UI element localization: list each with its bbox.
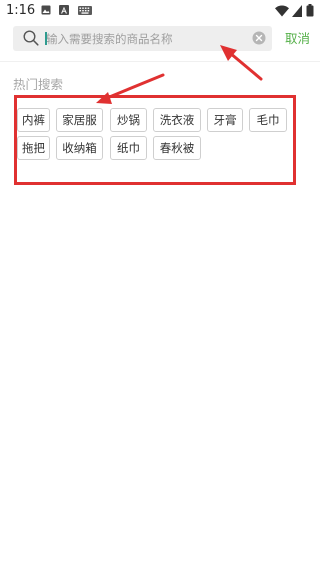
arrow-to-tags (96, 73, 165, 104)
hot-search-tag[interactable]: 春秋被 (153, 136, 201, 160)
divider (0, 61, 320, 62)
hot-search-tag[interactable]: 内裤 (17, 108, 50, 132)
status-bar: 1:16 (0, 0, 320, 24)
search-box[interactable] (13, 26, 272, 51)
hot-search-tag[interactable]: 收纳箱 (56, 136, 103, 160)
hot-search-tag[interactable]: 炒锅 (110, 108, 147, 132)
hot-search-tag[interactable]: 毛巾 (249, 108, 287, 132)
a-icon (59, 5, 69, 15)
image-icon (41, 5, 51, 15)
text-cursor (45, 32, 47, 45)
wifi-icon (275, 5, 289, 17)
signal-icon (292, 5, 302, 17)
clear-icon[interactable] (252, 31, 266, 45)
hot-search-title: 热门搜索 (13, 77, 64, 92)
hot-search-tag[interactable]: 洗衣液 (153, 108, 201, 132)
hot-search-tag[interactable]: 家居服 (56, 108, 103, 132)
cancel-button[interactable]: 取消 (285, 30, 310, 48)
hot-search-tag[interactable]: 牙膏 (207, 108, 243, 132)
hot-search-tag[interactable]: 拖把 (17, 136, 50, 160)
hot-search-tag[interactable]: 纸巾 (110, 136, 147, 160)
battery-icon (306, 4, 314, 17)
status-time: 1:16 (6, 3, 36, 18)
search-input[interactable] (46, 28, 246, 49)
search-icon (23, 30, 39, 46)
keyboard-icon (78, 6, 92, 15)
